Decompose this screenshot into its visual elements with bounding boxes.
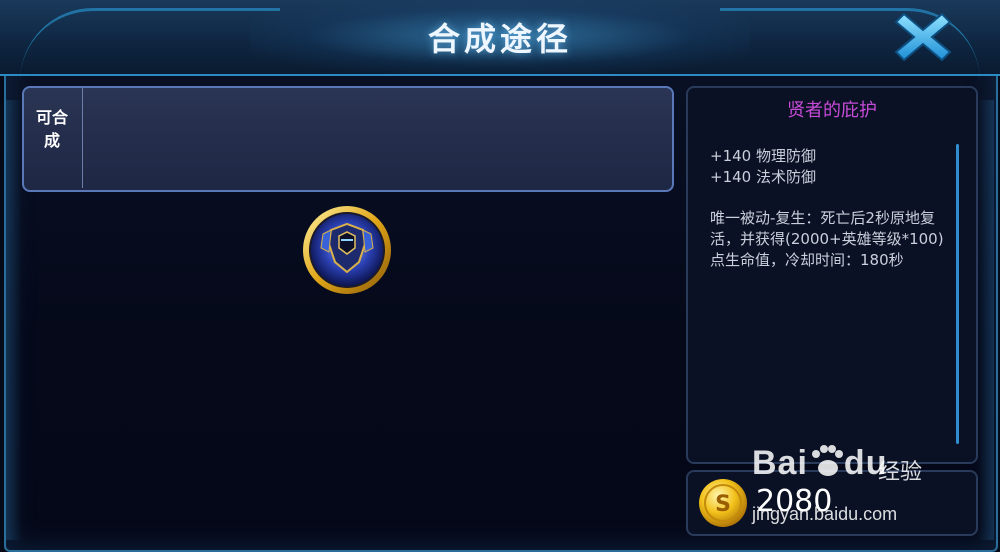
right-decoration <box>978 100 994 540</box>
left-decoration <box>6 100 22 540</box>
detail-scrollbar[interactable] <box>956 144 959 444</box>
item-price: 2080 <box>756 484 833 519</box>
close-button[interactable] <box>892 8 954 66</box>
composable-label: 可合成 <box>35 108 68 150</box>
stat-physical-defense: +140 物理防御 <box>710 147 816 165</box>
item-name: 贤者的庇护 <box>787 100 877 121</box>
gold-coin-icon: S <box>699 479 747 527</box>
composable-label-column: 可合成 <box>24 88 83 188</box>
price-panel: S 2080 <box>686 470 978 536</box>
composable-panel: 可合成 <box>22 86 674 192</box>
stat-magic-defense: +140 法术防御 <box>710 168 816 186</box>
item-description: 唯一被动-复生：死亡后2秒原地复活，并获得(2000+英雄等级*100)点生命值… <box>710 209 944 269</box>
svg-text:S: S <box>715 492 731 517</box>
dialog-title: 合成途径 <box>427 20 572 58</box>
item-stats: +140 物理防御 +140 法术防御 <box>710 146 960 188</box>
close-icon <box>894 12 952 62</box>
armor-item-icon <box>303 206 391 294</box>
item-icon-button[interactable] <box>301 204 393 296</box>
dialog-header: 合成途径 <box>0 0 1000 76</box>
item-detail-panel: 贤者的庇护 +140 物理防御 +140 法术防御 唯一被动-复生：死亡后2秒原… <box>686 86 978 464</box>
